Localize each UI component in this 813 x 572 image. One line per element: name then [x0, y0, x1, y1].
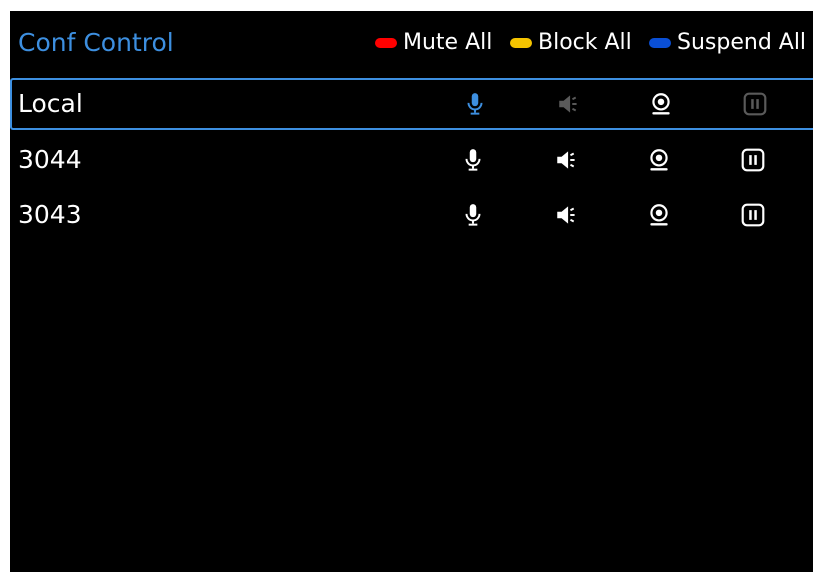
participant-row-local[interactable]: Local: [10, 78, 813, 130]
blue-pill-indicator-icon: [649, 38, 671, 48]
block-all-button[interactable]: Block All: [510, 29, 632, 57]
block-all-label: Block All: [538, 30, 632, 55]
yellow-pill-indicator-icon: [510, 38, 532, 48]
microphone-icon[interactable]: [460, 147, 486, 173]
camera-icon[interactable]: [646, 202, 672, 228]
camera-icon[interactable]: [646, 147, 672, 173]
header-bar: Conf Control Mute All Block All Suspend …: [10, 11, 813, 77]
red-pill-indicator-icon: [375, 38, 397, 48]
participant-row-3044[interactable]: 3044: [10, 134, 813, 186]
participant-name: Local: [18, 89, 83, 118]
speaker-icon[interactable]: [556, 91, 582, 117]
page-title: Conf Control: [18, 28, 174, 57]
participant-row-3043[interactable]: 3043: [10, 189, 813, 241]
suspend-icon[interactable]: [742, 91, 768, 117]
suspend-all-button[interactable]: Suspend All: [649, 29, 806, 57]
participant-name: 3043: [18, 200, 82, 229]
speaker-icon[interactable]: [554, 147, 580, 173]
speaker-icon[interactable]: [554, 202, 580, 228]
microphone-icon[interactable]: [460, 202, 486, 228]
microphone-icon[interactable]: [462, 91, 488, 117]
suspend-icon[interactable]: [740, 147, 766, 173]
mute-all-button[interactable]: Mute All: [375, 29, 492, 57]
suspend-icon[interactable]: [740, 202, 766, 228]
conf-control-screen: Conf Control Mute All Block All Suspend …: [10, 11, 813, 572]
participant-name: 3044: [18, 145, 82, 174]
suspend-all-label: Suspend All: [677, 30, 807, 55]
camera-icon[interactable]: [648, 91, 674, 117]
mute-all-label: Mute All: [403, 30, 493, 55]
